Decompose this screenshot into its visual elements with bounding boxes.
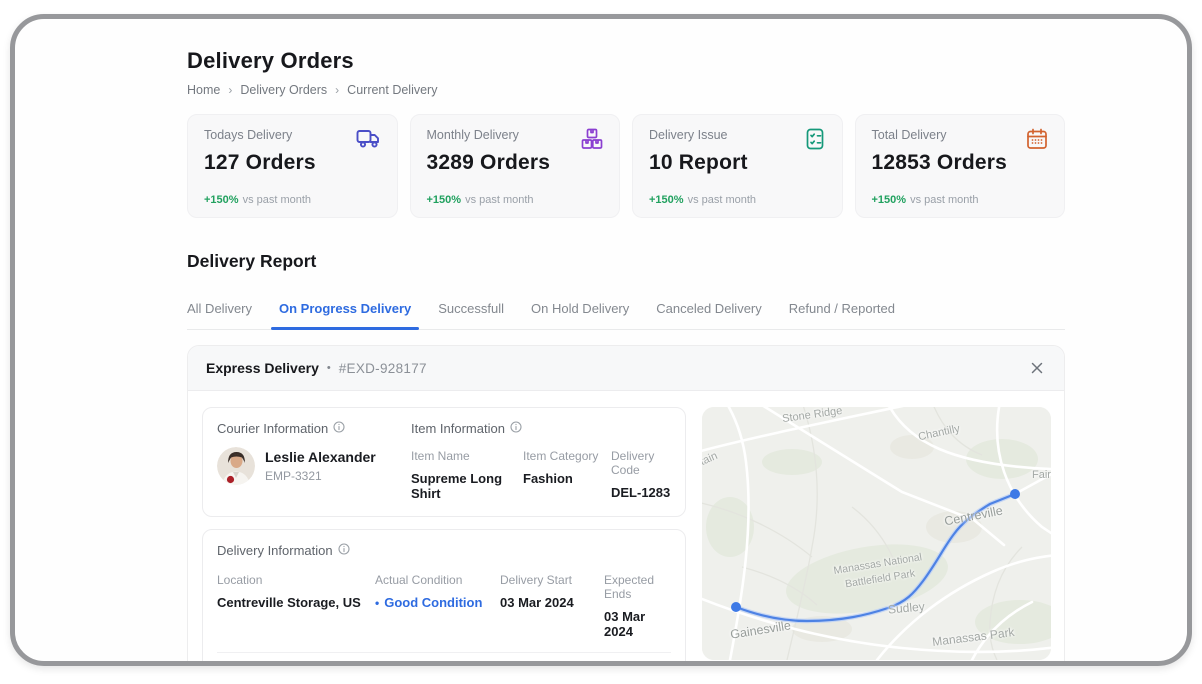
delivery-code-field: Delivery Code DEL-1283 xyxy=(611,449,671,501)
condition-cell: Actual Condition •Good Condition xyxy=(375,664,500,666)
app-frame: Delivery Orders Home › Delivery Orders ›… xyxy=(10,14,1192,666)
delivery-rows: Location Centreville Storage, US Actual … xyxy=(217,562,671,666)
location-cell: Location Sudley Storage, US xyxy=(217,664,375,666)
tab-all-delivery[interactable]: All Delivery xyxy=(187,301,252,329)
delivery-row: Location Sudley Storage, US Actual Condi… xyxy=(217,653,671,666)
stats-row: Todays Delivery 127 Orders +150%vs past … xyxy=(187,114,1065,218)
stat-delta: +150%vs past month xyxy=(649,194,826,206)
delivery-truck-icon xyxy=(356,127,382,154)
courier-name: Leslie Alexander xyxy=(265,449,376,465)
stat-delta: +150%vs past month xyxy=(427,194,604,206)
item-name-field: Item Name Supreme Long Shirt xyxy=(411,449,523,501)
info-icon[interactable] xyxy=(333,421,345,436)
stat-card-total-delivery: Total Delivery 12853 Orders +150%vs past… xyxy=(855,114,1066,218)
stat-value: 127 Orders xyxy=(204,151,381,175)
breadcrumb: Home › Delivery Orders › Current Deliver… xyxy=(187,83,1065,97)
stat-delta: +150%vs past month xyxy=(204,194,381,206)
stat-card-delivery-issue: Delivery Issue 10 Report +150%vs past mo… xyxy=(632,114,843,218)
report-checklist-icon xyxy=(803,127,827,156)
stat-value: 12853 Orders xyxy=(872,151,1049,175)
close-icon xyxy=(1030,363,1044,378)
courier-employee-id: EMP-3321 xyxy=(265,469,376,483)
chevron-right-icon: › xyxy=(335,83,339,97)
express-delivery-header: Express Delivery • #EXD-928177 xyxy=(188,346,1064,391)
page-title: Delivery Orders xyxy=(187,48,1065,74)
route-end-marker xyxy=(1010,489,1020,499)
stat-label: Monthly Delivery xyxy=(427,128,604,142)
map-canvas xyxy=(702,407,1051,660)
courier-row: Leslie Alexander EMP-3321 xyxy=(217,447,411,485)
stat-label: Delivery Issue xyxy=(649,128,826,142)
stat-label: Total Delivery xyxy=(872,128,1049,142)
courier-information-title: Courier Information xyxy=(217,421,411,436)
info-icon[interactable] xyxy=(338,543,350,558)
calendar-icon xyxy=(1025,127,1049,156)
route-start-marker xyxy=(731,602,741,612)
order-id: #EXD-928177 xyxy=(339,361,427,376)
express-delivery-panel: Express Delivery • #EXD-928177 Courier I… xyxy=(187,345,1065,666)
packages-icon xyxy=(580,127,604,156)
item-information-title: Item Information xyxy=(411,421,671,436)
delivery-information-title: Delivery Information xyxy=(217,543,671,558)
bullet-separator: • xyxy=(327,362,331,374)
item-fields: Item Name Supreme Long Shirt Item Catego… xyxy=(411,449,671,501)
condition-cell: Actual Condition •Good Condition xyxy=(375,573,500,639)
stat-label: Todays Delivery xyxy=(204,128,381,142)
tab-on-hold-delivery[interactable]: On Hold Delivery xyxy=(531,301,629,329)
courier-avatar xyxy=(217,447,255,485)
tab-on-progress-delivery[interactable]: On Progress Delivery xyxy=(279,301,411,329)
courier-information-section: Courier Information xyxy=(217,421,411,501)
chevron-right-icon: › xyxy=(228,83,232,97)
express-delivery-title: Express Delivery xyxy=(206,360,319,376)
section-title-delivery-report: Delivery Report xyxy=(187,251,1065,272)
breadcrumb-delivery-orders[interactable]: Delivery Orders xyxy=(240,83,327,97)
details-column: Courier Information xyxy=(202,407,686,666)
location-cell: Location Centreville Storage, US xyxy=(217,573,375,639)
breadcrumb-current-delivery[interactable]: Current Delivery xyxy=(347,83,437,97)
info-icon[interactable] xyxy=(510,421,522,436)
courier-identity: Leslie Alexander EMP-3321 xyxy=(265,449,376,483)
start-cell: Delivery Start 03 Mar 2024 xyxy=(500,573,604,639)
start-cell: Delivery Start 01 Mar 2024 xyxy=(500,664,604,666)
tab-refund-reported[interactable]: Refund / Reported xyxy=(789,301,895,329)
item-category-field: Item Category Fashion xyxy=(523,449,611,501)
breadcrumb-home[interactable]: Home xyxy=(187,83,220,97)
stat-value: 10 Report xyxy=(649,151,826,175)
delivery-report-tabs: All Delivery On Progress Delivery Succes… xyxy=(187,301,1065,330)
delivery-information-card: Delivery Information Location Centrevill… xyxy=(202,529,686,666)
stat-delta: +150%vs past month xyxy=(872,194,1049,206)
courier-item-card: Courier Information xyxy=(202,407,686,517)
close-button[interactable] xyxy=(1028,359,1046,377)
tab-canceled-delivery[interactable]: Canceled Delivery xyxy=(656,301,762,329)
item-information-section: Item Information Item Name Supreme Long … xyxy=(411,421,671,501)
ends-cell: Expected Ends 01 Mar 2024 xyxy=(604,664,671,666)
stat-card-todays-delivery: Todays Delivery 127 Orders +150%vs past … xyxy=(187,114,398,218)
stat-card-monthly-delivery: Monthly Delivery 3289 Orders +150%vs pas… xyxy=(410,114,621,218)
express-delivery-body: Courier Information xyxy=(188,391,1064,666)
tab-successfull[interactable]: Successfull xyxy=(438,301,504,329)
delivery-row: Location Centreville Storage, US Actual … xyxy=(217,562,671,653)
page-content: Delivery Orders Home › Delivery Orders ›… xyxy=(187,48,1065,666)
ends-cell: Expected Ends 03 Mar 2024 xyxy=(604,573,671,639)
condition-dot-icon: • xyxy=(375,596,379,610)
stat-value: 3289 Orders xyxy=(427,151,604,175)
route-map[interactable]: Stone Ridge Chantilly tain Fair Centrevi… xyxy=(702,407,1051,660)
